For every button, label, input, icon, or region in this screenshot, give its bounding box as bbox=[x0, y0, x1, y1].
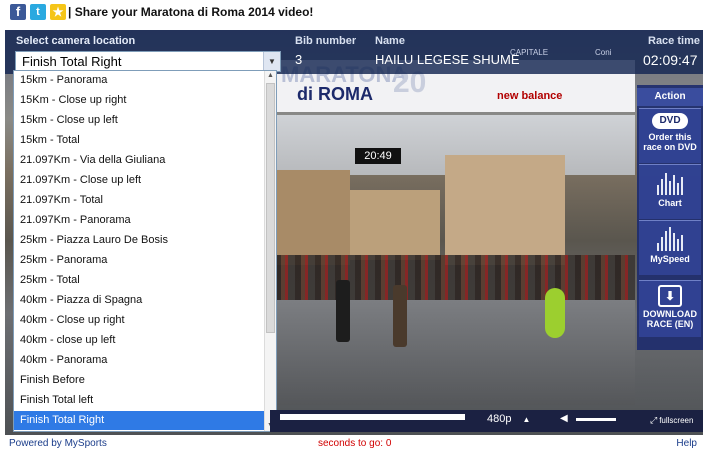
camera-option[interactable]: 40km - Piazza di Spagna bbox=[14, 291, 266, 310]
quality-value: 480p bbox=[487, 413, 512, 425]
camera-option[interactable]: 15km - Close up left bbox=[14, 111, 266, 130]
bib-value: 3 bbox=[295, 52, 303, 67]
building-right bbox=[445, 155, 565, 265]
chevron-down-icon[interactable]: ▼ bbox=[263, 52, 280, 71]
twitter-icon[interactable]: t bbox=[30, 4, 46, 20]
runner-figure bbox=[336, 280, 350, 342]
speed-icon bbox=[639, 227, 701, 251]
camera-option[interactable]: 40km - close up left bbox=[14, 331, 266, 350]
camera-select-label: Select camera location bbox=[16, 35, 136, 47]
building-left bbox=[275, 170, 350, 265]
scroll-up-icon[interactable]: ▲ bbox=[265, 71, 276, 81]
banner-text-roma: di ROMA bbox=[297, 84, 373, 104]
bib-label: Bib number bbox=[295, 35, 357, 47]
camera-option[interactable]: Finish Total left bbox=[14, 391, 266, 410]
fullscreen-button[interactable]: ⤢ fullscreen bbox=[650, 415, 693, 426]
banner-sponsor: new balance bbox=[497, 90, 563, 102]
camera-option[interactable]: 21.097Km - Total bbox=[14, 191, 266, 210]
camera-option[interactable]: 15km - Total bbox=[14, 131, 266, 150]
runner-name: HAILU LEGESE SHUME bbox=[375, 52, 520, 67]
seconds-to-go: seconds to go: 0 bbox=[318, 438, 392, 449]
download-icon: ⬇ bbox=[658, 285, 682, 307]
share-title: | Share your Maratona di Roma 2014 video… bbox=[68, 5, 314, 19]
fullscreen-label: fullscreen bbox=[659, 416, 694, 425]
camera-options-list[interactable]: 15km - Panorama 15Km - Close up right 15… bbox=[13, 70, 277, 432]
myspeed-button[interactable]: MySpeed bbox=[639, 220, 701, 275]
camera-option[interactable]: 15Km - Close up right bbox=[14, 91, 266, 110]
camera-option-selected[interactable]: Finish Total Right bbox=[14, 411, 266, 430]
download-race-label: DOWNLOAD RACE (EN) bbox=[643, 309, 697, 329]
top-bar: f t ★ | Share your Maratona di Roma 2014… bbox=[0, 0, 708, 26]
footer: Powered by MySports seconds to go: 0 Hel… bbox=[0, 436, 708, 453]
camera-option[interactable]: 21.097Km - Via della Giuliana bbox=[14, 151, 266, 170]
crowd bbox=[275, 255, 635, 300]
fullscreen-icon: ⤢ bbox=[650, 415, 658, 425]
powered-by-link[interactable]: Powered by MySports bbox=[9, 438, 107, 449]
camera-option[interactable]: 40km - Panorama bbox=[14, 351, 266, 370]
race-clock: 20:49 bbox=[355, 148, 401, 164]
action-title: Action bbox=[637, 88, 703, 106]
camera-option[interactable]: 25km - Total bbox=[14, 271, 266, 290]
camera-option[interactable]: 40km - Close up right bbox=[14, 311, 266, 330]
camera-option[interactable]: 25km - Piazza Lauro De Bosis bbox=[14, 231, 266, 250]
favorite-star-icon[interactable]: ★ bbox=[50, 4, 66, 20]
order-dvd-label: Order this race on DVD bbox=[643, 132, 697, 152]
race-time-value: 02:09:47 bbox=[643, 52, 698, 68]
dvd-icon: DVD bbox=[652, 113, 688, 129]
race-time-label: Race time bbox=[648, 35, 700, 47]
camera-option[interactable]: 15km - Panorama bbox=[14, 71, 266, 90]
chart-button[interactable]: Chart bbox=[639, 164, 701, 219]
chart-icon bbox=[639, 171, 701, 195]
camera-select-area: Select camera location Finish Total Righ… bbox=[8, 31, 281, 72]
chart-label: Chart bbox=[658, 198, 682, 208]
name-label: Name bbox=[375, 35, 405, 47]
quality-selector[interactable]: 480p ▲ bbox=[487, 413, 530, 425]
myspeed-label: MySpeed bbox=[650, 254, 690, 264]
camera-option[interactable]: 21.097Km - Panorama bbox=[14, 211, 266, 230]
sponsor-coni: Coni bbox=[595, 48, 612, 57]
building-center bbox=[350, 190, 440, 260]
progress-bar[interactable] bbox=[280, 414, 465, 420]
volume-icon[interactable]: ◀ bbox=[560, 413, 570, 424]
download-race-button[interactable]: ⬇ DOWNLOAD RACE (EN) bbox=[639, 280, 701, 337]
help-link[interactable]: Help bbox=[676, 438, 697, 449]
facebook-icon[interactable]: f bbox=[10, 4, 26, 20]
scroll-thumb[interactable] bbox=[266, 83, 275, 333]
mascot-figure bbox=[545, 288, 565, 338]
sponsor-capitale: CAPITALE bbox=[510, 48, 549, 57]
camera-select-value: Finish Total Right bbox=[22, 54, 122, 69]
camera-option[interactable]: 25km - Panorama bbox=[14, 251, 266, 270]
list-scrollbar[interactable]: ▲ ▼ bbox=[264, 71, 276, 431]
roman-soldier-figure bbox=[393, 285, 407, 347]
camera-option[interactable]: 21.097Km - Close up left bbox=[14, 171, 266, 190]
order-dvd-button[interactable]: DVD Order this race on DVD bbox=[639, 108, 701, 163]
camera-option[interactable]: Finish Before bbox=[14, 371, 266, 390]
road bbox=[275, 300, 635, 405]
quality-chevron-up-icon: ▲ bbox=[522, 415, 531, 424]
camera-select[interactable]: Finish Total Right ▼ bbox=[15, 51, 281, 72]
volume-slider[interactable] bbox=[576, 418, 616, 421]
